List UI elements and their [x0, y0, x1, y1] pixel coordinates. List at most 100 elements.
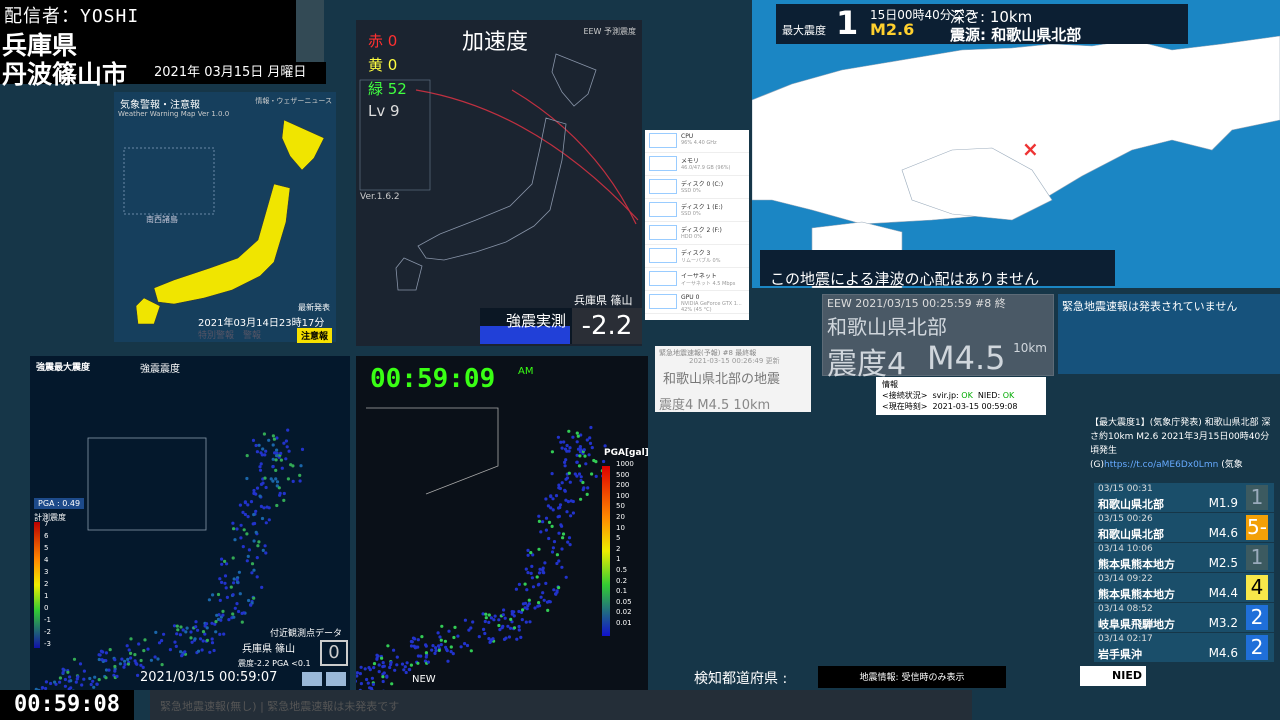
perf-detail: SSD 0% — [681, 211, 701, 217]
pga-tick: 500 — [616, 470, 630, 479]
connection-status: 情報 <接続状況> svir.jp: OK NIED: OK <現在時刻> 20… — [876, 377, 1046, 415]
scale-tick: 4 — [44, 556, 49, 564]
history-item[interactable]: 03/14 02:17 岩手県沖 M4.6 2 — [1094, 633, 1274, 662]
eew-area: 和歌山県北部 — [827, 315, 947, 339]
perf-item[interactable]: ディスク 0 (C:) SSD 0% — [645, 176, 749, 199]
perf-graph — [649, 248, 677, 263]
islands-label: 南西諸島 — [146, 215, 178, 224]
max-intensity-label: 最大震度 — [782, 24, 826, 37]
history-date: 03/14 08:52 — [1098, 604, 1153, 614]
perf-item[interactable]: イーサネット イーサネット 4.5 Mbps — [645, 268, 749, 291]
scale-tick: -1 — [44, 616, 51, 624]
pga-tick: 1000 — [616, 460, 634, 468]
detected-prefectures-label: 検知都道府県 : — [694, 671, 788, 687]
pga-tick: 0.2 — [616, 576, 628, 585]
station-location: 兵庫県 篠山 — [574, 294, 633, 307]
perf-graph — [649, 294, 677, 309]
city-label: 丹波篠山市 — [2, 60, 128, 89]
perf-detail: リムーバブル 0% — [681, 258, 721, 264]
warning-map-panel: 気象警報・注意報 情報・ウェザーニュース Weather Warning Map… — [114, 92, 336, 343]
pga-tick: 50 — [616, 502, 625, 511]
svir-ok: OK — [961, 391, 973, 400]
history-item[interactable]: 03/14 10:06 熊本県熊本地方 M2.5 1 — [1094, 543, 1274, 572]
info-ticker: 地震情報: 受信時のみ表示 — [818, 666, 1006, 688]
kmap-station: 兵庫県 篠山 — [242, 644, 296, 655]
nied-logo: NIED — [1080, 666, 1146, 686]
advisory-badge: 注意報 — [296, 328, 332, 343]
scale-tick: 3 — [44, 568, 49, 576]
version-label: Ver.1.6.2 — [360, 192, 400, 202]
perf-item[interactable]: ディスク 1 (E:) SSD 0% — [645, 199, 749, 222]
tweet-prefix: (G) — [1090, 460, 1104, 470]
date-label: 2021年 03月15日 月曜日 — [150, 62, 326, 84]
history-place: 和歌山県北部 — [1098, 498, 1164, 511]
scale-tick: -3 — [44, 640, 51, 648]
eew-status-bar: 緊急地震速報(無し) | 緊急地震速報は未発表です — [150, 690, 972, 720]
pga-map-panel: 00:59:09 AM PGA[gal] 1000 500 200 100 50 20 10… — [356, 356, 649, 690]
history-shindo: 4 — [1246, 575, 1268, 600]
perf-name: メモリ — [681, 158, 700, 165]
tweet-suffix: (気象 — [1221, 460, 1243, 470]
history-item[interactable]: 03/14 09:22 熊本県熊本地方 M4.4 4 — [1094, 573, 1274, 602]
perf-detail: SSD 0% — [681, 188, 701, 194]
perf-item[interactable]: GPU 0 NVIDIA GeForce GTX 1... 42% (45 °C) — [645, 291, 749, 314]
perf-graph — [649, 156, 677, 171]
perf-item[interactable]: ディスク 2 (F:) HDD 0% — [645, 222, 749, 245]
history-mag: M3.2 — [1208, 616, 1238, 630]
scale-tick: -2 — [44, 628, 51, 636]
perf-name: CPU — [681, 133, 694, 140]
perf-name: ディスク 3 — [681, 250, 711, 257]
history-date: 03/15 00:31 — [1098, 484, 1153, 494]
max-intensity-value: 1 — [836, 4, 859, 42]
broadcaster-label: 配信者：YOSHI — [4, 6, 140, 27]
acceleration-panel: 赤 0 黄 0 緑 52 Lv 9 加速度 EEW 予測震度 Ver.1.6.2… — [356, 20, 642, 346]
perf-name: ディスク 0 (C:) — [681, 181, 724, 188]
perf-item[interactable]: CPU 96% 4.40 GHz — [645, 130, 749, 153]
pga-tick: 20 — [616, 513, 625, 521]
target-icon[interactable] — [302, 672, 322, 686]
kmap-values: 震度-2.2 PGA <0.1 — [238, 659, 311, 668]
history-place: 熊本県熊本地方 — [1098, 588, 1175, 601]
tweet-feed: 【最大震度1】(気象庁発表) 和歌山県北部 深さ約10km M2.6 2021年… — [1088, 414, 1280, 476]
quake-history-list: 03/15 00:31 和歌山県北部 M1.9 1 03/15 00:26 和歌山県北部 M… — [1094, 483, 1274, 663]
history-item[interactable]: 03/15 00:31 和歌山県北部 M1.9 1 — [1094, 483, 1274, 512]
history-shindo: 5- — [1246, 515, 1268, 540]
pga-tick: 0.1 — [616, 587, 628, 596]
current-time: 2021-03-15 00:59:08 — [932, 402, 1018, 411]
eew-panel: EEW 2021/03/15 00:25:59 #8 終 和歌山県北部 震度4 … — [822, 294, 1054, 382]
conn-label: <接続状況> — [882, 391, 928, 400]
quake-epicenter: 震源: 和歌山県北部 — [950, 26, 1082, 44]
nied-ok: OK — [1002, 391, 1015, 400]
scale-tick: 0 — [44, 604, 49, 612]
history-item[interactable]: 03/15 00:26 和歌山県北部 M4.6 5- — [1094, 513, 1274, 542]
history-mag: M1.9 — [1208, 496, 1238, 510]
history-item[interactable]: 03/14 08:52 岐阜県飛騨地方 M3.2 2 — [1094, 603, 1274, 632]
forecast-line: 震度4 M4.5 10km — [659, 398, 771, 413]
perf-detail: 46.0/47.9 GB (96%) — [681, 165, 731, 171]
history-place: 岩手県沖 — [1098, 648, 1142, 661]
history-shindo: 2 — [1246, 635, 1268, 660]
perf-item[interactable]: ディスク 3 リムーバブル 0% — [645, 245, 749, 268]
tsunami-notice: この地震による津波の心配はありません — [760, 250, 1115, 288]
pga-tick: 10 — [616, 523, 625, 532]
perf-detail: 96% 4.40 GHz — [681, 140, 717, 146]
svg-text:×: × — [1022, 137, 1039, 161]
shindo-value: -2.2 — [572, 308, 642, 344]
warning-issued: 2021年03月14日23時17分 — [198, 318, 325, 329]
history-date: 03/15 00:26 — [1098, 514, 1153, 524]
settings-icon[interactable] — [326, 672, 346, 686]
kmap-datetime: 2021/03/15 00:59:07 — [140, 670, 278, 685]
eew-magnitude: M4.5 — [927, 339, 1006, 377]
eew-depth: 10km — [1013, 341, 1047, 355]
kmap-intensity-box: 0 — [320, 640, 348, 666]
pga-tick: 100 — [616, 491, 630, 500]
history-shindo: 2 — [1246, 605, 1268, 630]
eew-forecast-card: 緊急地震速報(予報) #8 最終報 2021-03-15 00:26:49 更新… — [655, 346, 811, 413]
perf-detail: HDD 0% — [681, 234, 702, 240]
perf-name: ディスク 1 (E:) — [681, 204, 723, 211]
history-date: 03/14 02:17 — [1098, 634, 1153, 644]
shindo-label: 強震実測 — [506, 312, 567, 330]
tweet-link[interactable]: https://t.co/aME6Dx0Lmn — [1104, 460, 1218, 470]
eew-header: EEW 2021/03/15 00:25:59 #8 終 — [827, 297, 1006, 310]
perf-item[interactable]: メモリ 46.0/47.9 GB (96%) — [645, 153, 749, 176]
